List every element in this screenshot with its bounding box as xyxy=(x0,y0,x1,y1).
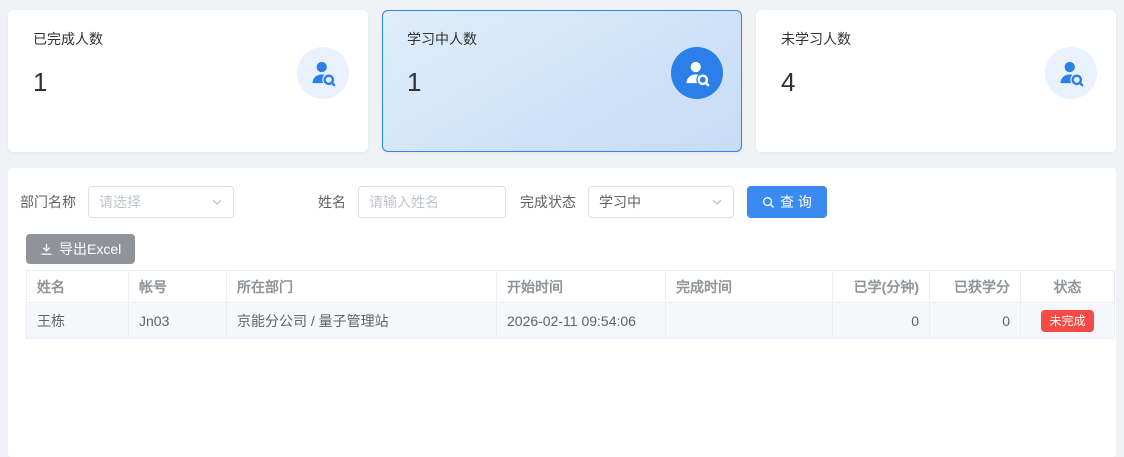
download-icon xyxy=(40,243,53,256)
user-search-icon xyxy=(1045,47,1097,99)
stat-card-learning[interactable]: 学习中人数 1 xyxy=(382,10,742,152)
column-header-finish-time: 完成时间 xyxy=(665,270,833,303)
status-badge: 未完成 xyxy=(1041,309,1094,332)
cell-status: 未完成 xyxy=(1020,302,1115,339)
cell-account: Jn03 xyxy=(128,302,227,339)
results-table: 姓名 帐号 所在部门 开始时间 完成时间 已学(分钟) 已获学分 状态 王栋 J… xyxy=(26,270,1115,339)
stat-card-title: 已完成人数 xyxy=(33,31,103,47)
column-header-credits: 已获学分 xyxy=(929,270,1021,303)
column-header-name: 姓名 xyxy=(26,270,129,303)
stat-cards-row: 已完成人数 1 学习中人数 1 未学习人数 4 xyxy=(0,0,1124,152)
cell-credits: 0 xyxy=(929,302,1021,339)
department-select-placeholder: 请选择 xyxy=(99,194,141,210)
stat-card-title: 学习中人数 xyxy=(407,31,477,47)
cell-finish-time xyxy=(665,302,833,339)
main-panel: 部门名称 请选择 姓名 完成状态 学习中 查 询 xyxy=(8,168,1116,457)
search-icon xyxy=(762,196,775,209)
stat-card-completed[interactable]: 已完成人数 1 xyxy=(8,10,368,152)
cell-name: 王栋 xyxy=(26,302,129,339)
chevron-down-icon xyxy=(211,196,223,208)
column-header-minutes: 已学(分钟) xyxy=(832,270,930,303)
stat-card-not-started[interactable]: 未学习人数 4 xyxy=(756,10,1116,152)
column-header-department: 所在部门 xyxy=(226,270,497,303)
name-input-wrapper xyxy=(358,186,506,218)
column-header-start-time: 开始时间 xyxy=(496,270,666,303)
department-select[interactable]: 请选择 xyxy=(88,186,234,218)
cell-minutes: 0 xyxy=(832,302,930,339)
cell-start-time: 2026-02-11 09:54:06 xyxy=(496,302,666,339)
name-label: 姓名 xyxy=(318,194,346,210)
query-button-label: 查 询 xyxy=(780,194,812,210)
stat-card-title: 未学习人数 xyxy=(781,31,851,47)
user-search-icon xyxy=(297,47,349,99)
query-button[interactable]: 查 询 xyxy=(747,186,827,218)
filter-bar: 部门名称 请选择 姓名 完成状态 学习中 查 询 xyxy=(18,186,1106,218)
export-excel-label: 导出Excel xyxy=(59,241,122,257)
user-search-icon xyxy=(671,47,723,99)
name-input[interactable] xyxy=(359,187,505,217)
column-header-account: 帐号 xyxy=(128,270,227,303)
table-row[interactable]: 王栋 Jn03 京能分公司 / 量子管理站 2026-02-11 09:54:0… xyxy=(26,302,1115,339)
table-header-row: 姓名 帐号 所在部门 开始时间 完成时间 已学(分钟) 已获学分 状态 xyxy=(26,270,1115,303)
status-select[interactable]: 学习中 xyxy=(588,186,734,218)
status-label: 完成状态 xyxy=(520,194,576,210)
cell-department: 京能分公司 / 量子管理站 xyxy=(226,302,497,339)
chevron-down-icon xyxy=(711,196,723,208)
status-select-value: 学习中 xyxy=(599,194,641,210)
column-header-status: 状态 xyxy=(1020,270,1115,303)
export-excel-button[interactable]: 导出Excel xyxy=(26,234,136,264)
department-label: 部门名称 xyxy=(20,194,76,210)
